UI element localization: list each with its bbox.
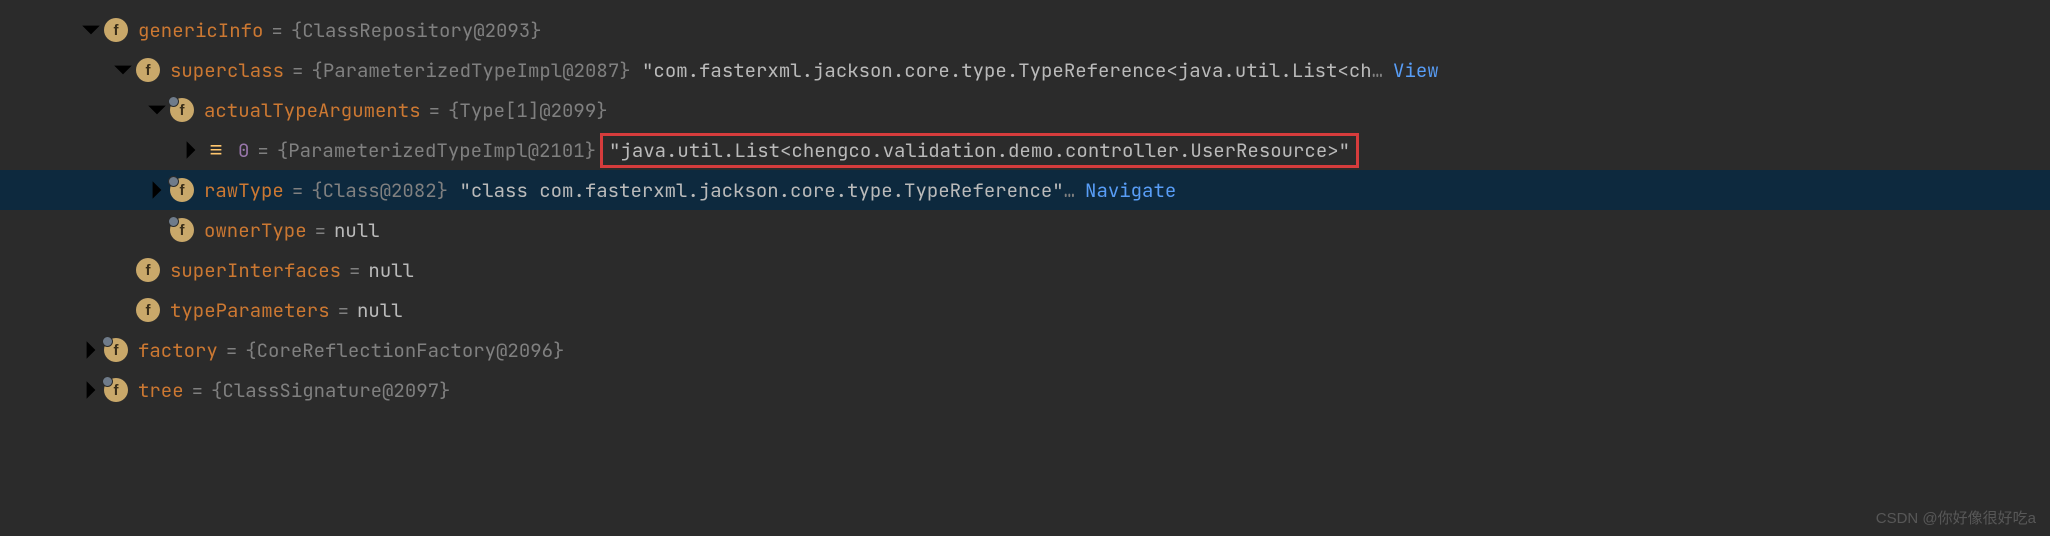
chevron-right-icon[interactable] — [80, 379, 102, 401]
equals: = — [292, 178, 303, 203]
field-value-class: {ParameterizedTypeImpl@2087} — [311, 58, 630, 83]
tree-row-typeParameters[interactable]: ▶ f typeParameters = null — [0, 290, 2050, 330]
field-value: {ClassRepository@2093} — [291, 18, 542, 43]
chevron-right-icon[interactable] — [146, 179, 168, 201]
equals: = — [226, 338, 237, 363]
field-value-class: {ParameterizedTypeImpl@2101} — [277, 138, 596, 163]
tree-row-actualTypeArguments[interactable]: f actualTypeArguments = {Type[1]@2099} — [0, 90, 2050, 130]
field-value-string: "com.fasterxml.jackson.core.type.TypeRef… — [642, 58, 1372, 83]
chevron-down-icon[interactable] — [146, 99, 168, 121]
tree-row-element-0[interactable]: ≡ 0 = {ParameterizedTypeImpl@2101} "java… — [0, 130, 2050, 170]
equals: = — [271, 18, 282, 43]
ellipsis: … — [1064, 178, 1075, 203]
field-name: factory — [138, 338, 218, 363]
tree-row-genericInfo[interactable]: f genericInfo = {ClassRepository@2093} — [0, 10, 2050, 50]
field-value-string: "class com.fasterxml.jackson.core.type.T… — [459, 178, 1063, 203]
field-name: ownerType — [204, 218, 307, 243]
tree-row-factory[interactable]: f factory = {CoreReflectionFactory@2096} — [0, 330, 2050, 370]
field-icon: f — [170, 98, 194, 122]
tree-row-rawType[interactable]: f rawType = {Class@2082} "class com.fast… — [0, 170, 2050, 210]
equals: = — [349, 258, 360, 283]
equals: = — [292, 58, 303, 83]
watermark: CSDN @你好像很好吃a — [1876, 507, 2036, 528]
equals: = — [192, 378, 203, 403]
field-icon: f — [136, 298, 160, 322]
field-icon: f — [104, 378, 128, 402]
field-icon: f — [170, 178, 194, 202]
field-value-string: "java.util.List<chengco.validation.demo.… — [609, 138, 1350, 163]
field-icon: f — [136, 58, 160, 82]
navigate-link[interactable]: Navigate — [1085, 178, 1176, 203]
field-value: {ClassSignature@2097} — [211, 378, 450, 403]
chevron-down-icon[interactable] — [112, 59, 134, 81]
tree-row-tree[interactable]: f tree = {ClassSignature@2097} — [0, 370, 2050, 410]
field-value: {Type[1]@2099} — [448, 98, 608, 123]
view-link[interactable]: View — [1393, 58, 1439, 83]
equals: = — [429, 98, 440, 123]
field-value-class: {Class@2082} — [311, 178, 448, 203]
equals: = — [315, 218, 326, 243]
field-name: genericInfo — [138, 18, 263, 43]
chevron-right-icon[interactable] — [80, 339, 102, 361]
field-name: superInterfaces — [170, 258, 341, 283]
equals: = — [257, 138, 268, 163]
tree-row-ownerType[interactable]: ▶ f ownerType = null — [0, 210, 2050, 250]
field-name: actualTypeArguments — [204, 98, 421, 123]
tree-row-superclass[interactable]: f superclass = {ParameterizedTypeImpl@20… — [0, 50, 2050, 90]
field-icon: f — [136, 258, 160, 282]
chevron-right-icon[interactable] — [180, 139, 202, 161]
field-icon: f — [170, 218, 194, 242]
field-value: null — [357, 298, 403, 323]
field-name: tree — [138, 378, 184, 403]
field-icon: f — [104, 338, 128, 362]
ellipsis: … — [1372, 58, 1383, 83]
field-value: null — [334, 218, 380, 243]
array-element-icon: ≡ — [204, 138, 228, 162]
field-value: null — [368, 258, 414, 283]
tree-row-superInterfaces[interactable]: ▶ f superInterfaces = null — [0, 250, 2050, 290]
field-value: {CoreReflectionFactory@2096} — [245, 338, 564, 363]
field-name: 0 — [238, 138, 249, 163]
field-icon: f — [104, 18, 128, 42]
field-name: rawType — [204, 178, 284, 203]
chevron-down-icon[interactable] — [80, 19, 102, 41]
equals: = — [338, 298, 349, 323]
field-name: typeParameters — [170, 298, 330, 323]
field-name: superclass — [170, 58, 284, 83]
highlight-box: "java.util.List<chengco.validation.demo.… — [600, 133, 1359, 168]
